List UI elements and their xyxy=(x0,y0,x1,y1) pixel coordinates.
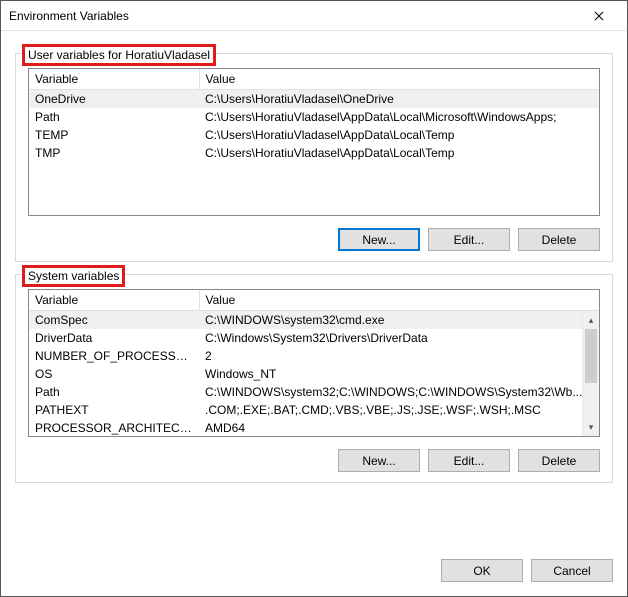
system-variables-group: System variables Variable Value ComSpec … xyxy=(15,274,613,483)
table-row[interactable]: DriverData C:\Windows\System32\Drivers\D… xyxy=(29,329,599,347)
ok-button[interactable]: OK xyxy=(441,559,523,582)
user-variables-group: User variables for HoratiuVladasel Varia… xyxy=(15,53,613,262)
scroll-track[interactable] xyxy=(583,329,599,419)
user-delete-button[interactable]: Delete xyxy=(518,228,600,251)
cell-val: .COM;.EXE;.BAT;.CMD;.VBS;.VBE;.JS;.JSE;.… xyxy=(199,401,599,419)
user-variables-table[interactable]: Variable Value OneDrive C:\Users\Horatiu… xyxy=(28,68,600,216)
close-button[interactable] xyxy=(579,2,619,30)
cell-val: 2 xyxy=(199,347,599,365)
col-header-variable[interactable]: Variable xyxy=(29,290,199,311)
scroll-down-icon[interactable]: ▾ xyxy=(583,419,599,436)
cell-val: C:\WINDOWS\system32;C:\WINDOWS;C:\WINDOW… xyxy=(199,383,599,401)
system-delete-button[interactable]: Delete xyxy=(518,449,600,472)
env-vars-dialog: Environment Variables User variables for… xyxy=(0,0,628,597)
cell-var: PROCESSOR_ARCHITECTURE xyxy=(29,419,199,437)
user-group-legend: User variables for HoratiuVladasel xyxy=(22,44,216,66)
scroll-up-icon[interactable]: ▴ xyxy=(583,312,599,329)
col-header-variable[interactable]: Variable xyxy=(29,69,199,90)
dialog-footer: OK Cancel xyxy=(1,549,627,596)
dialog-content: User variables for HoratiuVladasel Varia… xyxy=(1,31,627,549)
table-row[interactable]: Path C:\Users\HoratiuVladasel\AppData\Lo… xyxy=(29,108,599,126)
table-row[interactable]: PROCESSOR_ARCHITECTURE AMD64 xyxy=(29,419,599,437)
cell-var: OS xyxy=(29,365,199,383)
table-row[interactable]: PATHEXT .COM;.EXE;.BAT;.CMD;.VBS;.VBE;.J… xyxy=(29,401,599,419)
cell-var: Path xyxy=(29,383,199,401)
scroll-thumb[interactable] xyxy=(585,329,597,383)
cell-var: TEMP xyxy=(29,126,199,144)
cell-var: Path xyxy=(29,108,199,126)
titlebar: Environment Variables xyxy=(1,1,627,31)
col-header-value[interactable]: Value xyxy=(199,290,599,311)
cell-var: PATHEXT xyxy=(29,401,199,419)
table-row[interactable]: TEMP C:\Users\HoratiuVladasel\AppData\Lo… xyxy=(29,126,599,144)
cell-val: C:\Users\HoratiuVladasel\AppData\Local\T… xyxy=(199,126,599,144)
user-edit-button[interactable]: Edit... xyxy=(428,228,510,251)
cell-var: ComSpec xyxy=(29,311,199,330)
window-title: Environment Variables xyxy=(9,9,579,23)
close-icon xyxy=(594,11,604,21)
system-scrollbar[interactable]: ▴ ▾ xyxy=(582,312,599,436)
table-row[interactable]: NUMBER_OF_PROCESSORS 2 xyxy=(29,347,599,365)
table-row[interactable]: ComSpec C:\WINDOWS\system32\cmd.exe xyxy=(29,311,599,330)
cell-var: DriverData xyxy=(29,329,199,347)
cell-val: AMD64 xyxy=(199,419,599,437)
col-header-value[interactable]: Value xyxy=(199,69,599,90)
system-variables-table[interactable]: Variable Value ComSpec C:\WINDOWS\system… xyxy=(28,289,600,437)
cell-val: Windows_NT xyxy=(199,365,599,383)
user-new-button[interactable]: New... xyxy=(338,228,420,251)
table-row[interactable]: Path C:\WINDOWS\system32;C:\WINDOWS;C:\W… xyxy=(29,383,599,401)
cell-var: TMP xyxy=(29,144,199,162)
cell-val: C:\WINDOWS\system32\cmd.exe xyxy=(199,311,599,330)
user-button-row: New... Edit... Delete xyxy=(28,228,600,251)
table-row[interactable]: OneDrive C:\Users\HoratiuVladasel\OneDri… xyxy=(29,90,599,109)
cell-val: C:\Users\HoratiuVladasel\OneDrive xyxy=(199,90,599,109)
table-row[interactable]: TMP C:\Users\HoratiuVladasel\AppData\Loc… xyxy=(29,144,599,162)
cell-val: C:\Users\HoratiuVladasel\AppData\Local\M… xyxy=(199,108,599,126)
table-row[interactable]: OS Windows_NT xyxy=(29,365,599,383)
system-edit-button[interactable]: Edit... xyxy=(428,449,510,472)
system-new-button[interactable]: New... xyxy=(338,449,420,472)
system-group-legend: System variables xyxy=(22,265,125,287)
cell-var: OneDrive xyxy=(29,90,199,109)
cancel-button[interactable]: Cancel xyxy=(531,559,613,582)
cell-val: C:\Windows\System32\Drivers\DriverData xyxy=(199,329,599,347)
cell-var: NUMBER_OF_PROCESSORS xyxy=(29,347,199,365)
cell-val: C:\Users\HoratiuVladasel\AppData\Local\T… xyxy=(199,144,599,162)
system-button-row: New... Edit... Delete xyxy=(28,449,600,472)
